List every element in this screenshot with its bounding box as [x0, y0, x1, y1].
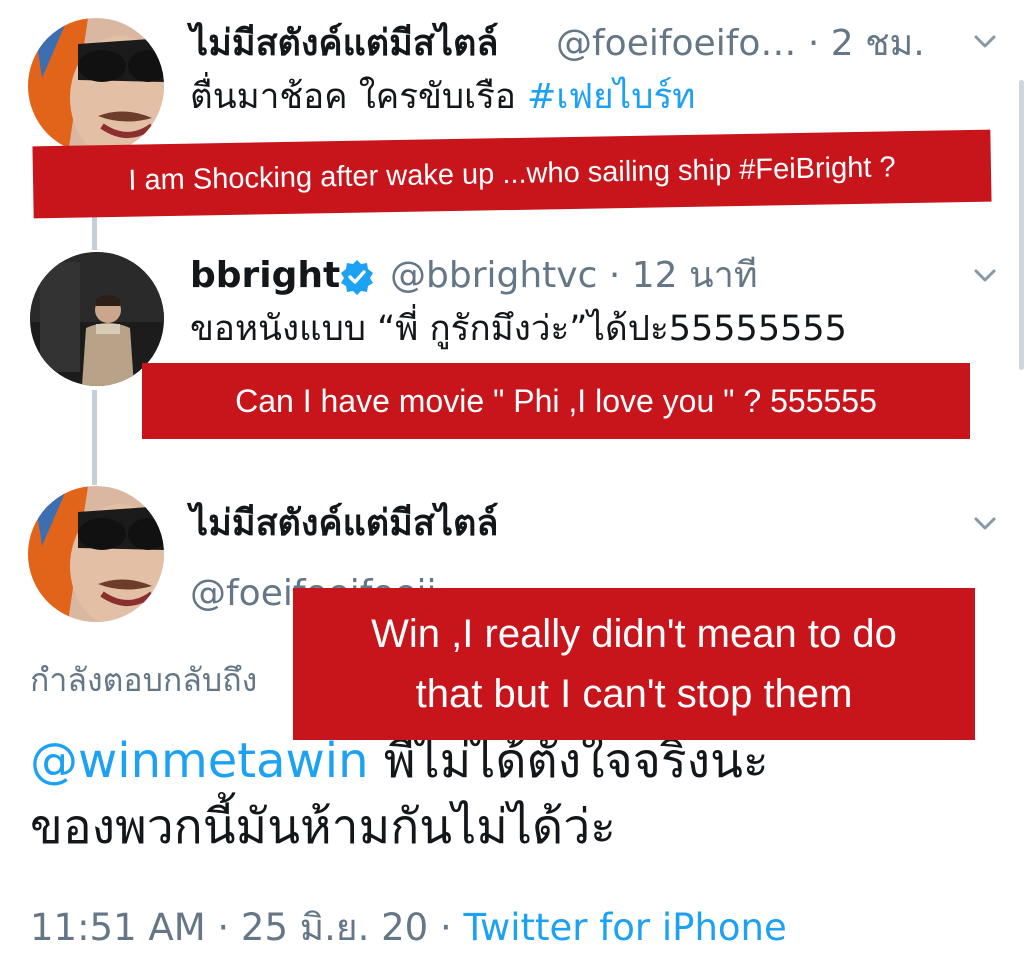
display-name[interactable]: ไม่มีสตังค์แต่มีสไตล์	[190, 26, 498, 62]
tweet-text: ขอหนังแบบ “พี่ กูรักมึงว่ะ”ได้ปะ55555555	[190, 309, 847, 349]
avatar[interactable]	[28, 486, 164, 622]
hashtag-link[interactable]: #เฟยไบร์ท	[527, 77, 695, 117]
tweet-meta: @bbrightvc · 12 นาที	[390, 258, 758, 294]
chevron-down-icon[interactable]	[970, 260, 1000, 290]
mention-link[interactable]: @winmetawin	[30, 733, 369, 789]
translation-banner: Can I have movie " Phi ,I love you " ? 5…	[142, 363, 970, 439]
tweet-text: @winmetawin พี่ไม่ได้ตั้งใจจริงนะ ของพวก…	[30, 728, 769, 860]
handle[interactable]: @foeifoeifo…	[556, 23, 796, 64]
tweet-footer: 11:51 AM · 25 มิ.ย. 20 · Twitter for iPh…	[30, 898, 787, 957]
separator: ·	[807, 23, 820, 64]
translation-text: that but I can't stop them	[415, 672, 853, 716]
thread-line	[92, 390, 97, 485]
timestamp[interactable]: 12 นาที	[632, 255, 758, 296]
tweet-text: ตื่นมาช้อค ใครขับเรือ #เฟยไบร์ท	[190, 80, 695, 115]
source-link[interactable]: Twitter for iPhone	[463, 906, 786, 949]
translation-banner: Win ,I really didn't mean to do that but…	[293, 588, 975, 740]
verified-badge-icon	[341, 260, 373, 295]
chevron-down-icon[interactable]	[970, 508, 1000, 538]
timestamp[interactable]: 2 ชม.	[831, 23, 925, 64]
handle[interactable]: @bbrightvc	[390, 255, 597, 296]
chevron-down-icon[interactable]	[970, 26, 1000, 56]
tweet-meta: @foeifoeifo… · 2 ชม.	[556, 26, 925, 62]
display-name[interactable]: ไม่มีสตังค์แต่มีสไตล์	[190, 506, 498, 542]
translation-text: Win ,I really didn't mean to do	[371, 612, 897, 656]
translation-text: Can I have movie " Phi ,I love you " ? 5…	[235, 382, 877, 419]
translation-banner: I am Shocking after wake up ...who saili…	[32, 129, 992, 219]
display-name[interactable]: bbright	[190, 258, 340, 294]
translation-text: I am Shocking after wake up ...who saili…	[128, 150, 896, 197]
replying-to-label: กำลังตอบกลับถึง	[30, 661, 258, 699]
scrollbar[interactable]	[1019, 80, 1024, 370]
tweet-body: ตื่นมาช้อค ใครขับเรือ	[190, 77, 528, 117]
tweet-body: พี่ไม่ได้ตั้งใจจริงนะ	[368, 733, 769, 789]
tweet-timestamp[interactable]: 11:51 AM · 25 มิ.ย. 20 ·	[30, 906, 463, 949]
avatar[interactable]	[28, 18, 164, 154]
separator: ·	[608, 255, 621, 296]
tweet-text-line: ของพวกนี้มันห้ามกันไม่ได้ว่ะ	[30, 799, 616, 856]
